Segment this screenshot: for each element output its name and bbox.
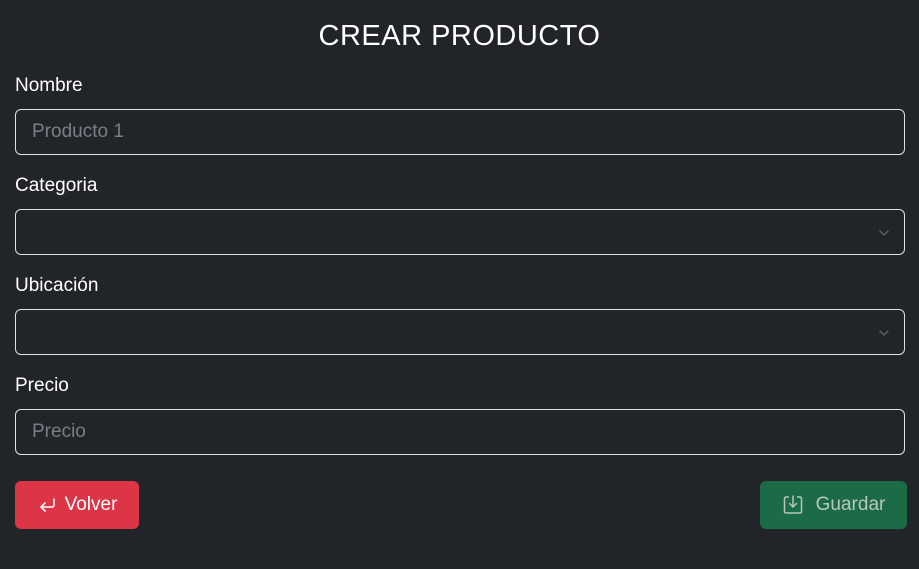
chevron-down-icon [879, 330, 889, 336]
download-box-icon [782, 494, 804, 516]
precio-input[interactable] [16, 410, 904, 454]
back-button[interactable]: Volver [15, 481, 139, 529]
save-button[interactable]: Guardar [760, 481, 907, 529]
chevron-down-icon [879, 230, 889, 236]
precio-field-wrapper [15, 409, 905, 455]
precio-label: Precio [15, 375, 69, 396]
nombre-label: Nombre [15, 75, 83, 96]
categoria-select[interactable] [15, 209, 905, 255]
enter-return-icon [37, 496, 57, 514]
ubicacion-label: Ubicación [15, 275, 99, 296]
page-title: CREAR PRODUCTO [318, 20, 601, 52]
ubicacion-select[interactable] [15, 309, 905, 355]
nombre-field-wrapper [15, 109, 905, 155]
nombre-input[interactable] [16, 110, 904, 154]
save-button-label: Guardar [815, 494, 886, 515]
back-button-label: Volver [64, 494, 118, 515]
categoria-label: Categoria [15, 175, 98, 196]
